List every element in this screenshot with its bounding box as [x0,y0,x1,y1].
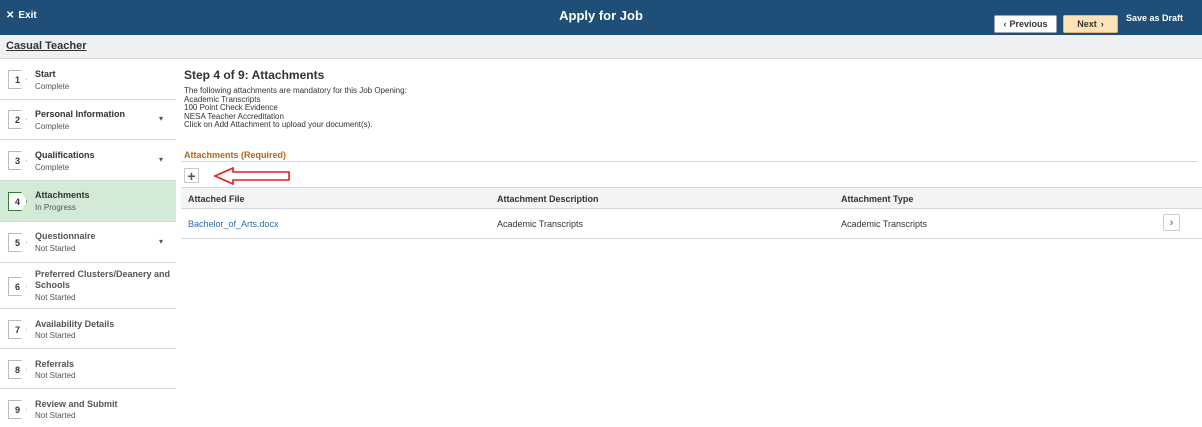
job-title: Casual Teacher [6,40,87,52]
chevron-right-icon[interactable]: › [1163,214,1180,231]
step-number-badge: 7 [8,320,27,339]
sidebar-step-start[interactable]: 1 Start Complete [0,60,176,100]
sidebar-step-qualifications[interactable]: 3 Qualifications Complete ▾ [0,140,176,181]
add-attachment-button[interactable]: + [184,168,199,183]
step-name: Review and Submit [35,399,118,409]
section-title: Attachments (Required) [184,150,287,160]
step-status: Not Started [35,293,76,302]
sidebar-step-preferred-clusters[interactable]: 6 Preferred Clusters/Deanery and Schools… [0,263,176,309]
step-name: Preferred Clusters/Deanery and Schools [35,269,171,290]
job-title-bar: Casual Teacher [0,35,1202,59]
step-status: In Progress [35,203,76,212]
sidebar-step-attachments[interactable]: 4 Attachments In Progress [0,181,176,222]
step-number-badge: 6 [8,277,27,296]
close-icon: ✕ [6,10,15,21]
step-name: Qualifications [35,150,95,160]
chevron-down-icon[interactable]: ▾ [159,114,163,123]
divider [181,161,1198,162]
column-header: Attachment Type [841,194,914,204]
step-number-badge: 9 [8,400,27,419]
exit-button[interactable]: ✕ Exit [6,10,37,21]
previous-button[interactable]: ‹ Previous [994,15,1057,33]
step-name: Availability Details [35,319,115,329]
sidebar-step-availability-details[interactable]: 7 Availability Details Not Started [0,309,176,349]
step-number-badge: 8 [8,360,27,379]
attachment-type: Academic Transcripts [841,219,928,229]
step-status: Not Started [35,244,76,253]
save-as-draft-button[interactable]: Save as Draft [1126,13,1183,23]
step-heading: Step 4 of 9: Attachments [184,68,325,82]
table-row[interactable]: Bachelor_of_Arts.docx Academic Transcrip… [181,209,1202,239]
step-name: Attachments [35,190,90,200]
step-name: Questionnaire [35,231,96,241]
step-number-badge: 4 [8,192,27,211]
chevron-down-icon[interactable]: ▾ [159,237,163,246]
instructions: The following attachments are mandatory … [184,86,407,130]
sidebar-step-referrals[interactable]: 8 Referrals Not Started [0,349,176,389]
instruction-line: Click on Add Attachment to upload your d… [184,120,373,129]
step-name: Start [35,69,56,79]
steps-sidebar: 1 Start Complete 2 Personal Information … [0,60,176,427]
step-status: Complete [35,82,70,91]
sidebar-step-review-and-submit[interactable]: 9 Review and Submit Not Started [0,389,176,427]
step-number-badge: 2 [8,110,27,129]
next-button[interactable]: Next › [1063,15,1118,33]
step-number-badge: 1 [8,70,27,89]
attached-file-link[interactable]: Bachelor_of_Arts.docx [188,219,279,229]
sidebar-step-personal-information[interactable]: 2 Personal Information Complete ▾ [0,100,176,140]
chevron-right-icon: › [1100,19,1104,29]
chevron-left-icon: ‹ [1003,19,1007,29]
exit-label: Exit [18,10,37,21]
chevron-down-icon[interactable]: ▾ [159,155,163,164]
table-header: Attached File Attachment Description Att… [181,187,1202,209]
step-number-badge: 5 [8,233,27,252]
step-name: Personal Information [35,109,126,119]
next-label: Next [1077,19,1097,29]
step-status: Complete [35,122,70,131]
column-header: Attached File [188,194,245,204]
top-bar: ✕ Exit Apply for Job ‹ Previous Next › S… [0,0,1202,35]
step-status: Not Started [35,331,76,340]
attachment-description: Academic Transcripts [497,219,584,229]
column-header: Attachment Description [497,194,599,204]
annotation-arrow [213,166,290,186]
step-name: Referrals [35,359,75,369]
step-number-badge: 3 [8,151,27,170]
step-status: Complete [35,163,70,172]
previous-label: Previous [1009,19,1048,29]
step-status: Not Started [35,371,76,380]
sidebar-step-questionnaire[interactable]: 5 Questionnaire Not Started ▾ [0,222,176,263]
step-status: Not Started [35,411,76,420]
